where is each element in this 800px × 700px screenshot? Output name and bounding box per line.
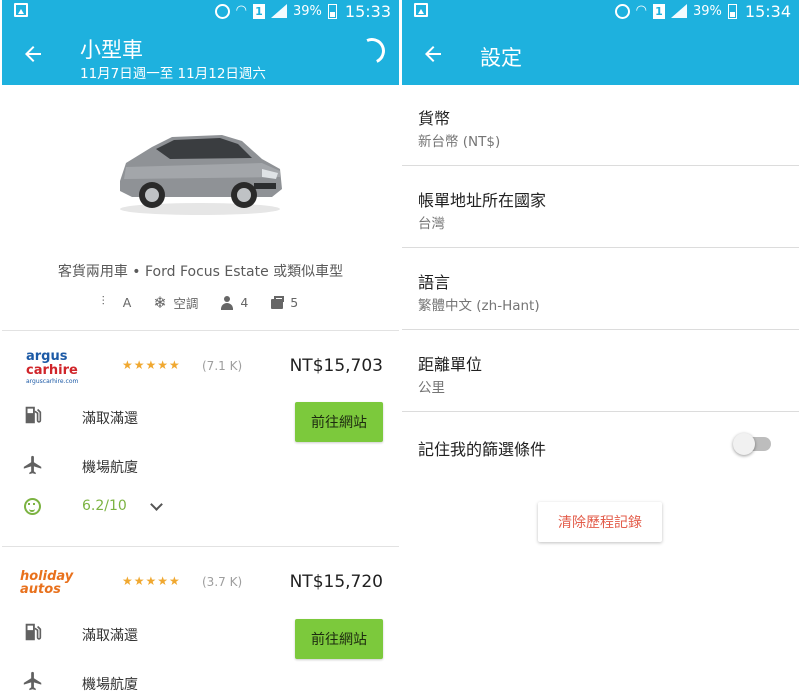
page-title: 小型車 [80, 38, 143, 62]
fuel-policy: 滿取滿還 [82, 628, 138, 644]
clock: 15:34 [744, 1, 791, 21]
transmission-value: A [122, 295, 132, 310]
setting-value: 新台幣 (NT$) [418, 134, 501, 150]
sim-icon: 1 [252, 3, 265, 19]
wifi-icon: ◠ [635, 3, 647, 18]
wifi-icon: ◠ [235, 3, 247, 18]
offer-card: holiday autos ★★★★★ (3.7 K) NT$15,720 滿取… [2, 546, 399, 700]
setting-title: 貨幣 [418, 109, 451, 128]
battery-percent: 39% [292, 3, 322, 19]
clear-history-button[interactable]: 清除歷程記錄 [538, 502, 662, 542]
page-title: 設定 [480, 46, 522, 70]
battery-icon [727, 3, 737, 19]
car-description: 客貨兩用車 • Ford Focus Estate 或類似車型 [57, 264, 344, 280]
loading-spinner-icon [355, 34, 389, 68]
person-icon [220, 295, 234, 310]
argus-logo: argus carhire arguscarhire.com [26, 349, 79, 385]
date-range: 11月7日週一至 11月12日週六 [80, 66, 266, 82]
holiday-autos-logo: holiday autos [20, 569, 74, 597]
review-count: (3.7 K) [202, 575, 243, 589]
luggage-icon [270, 295, 285, 310]
airplane-icon [23, 671, 42, 691]
offer-card: argus carhire arguscarhire.com ★★★★★ (7.… [2, 330, 399, 546]
bags-value: 5 [290, 295, 299, 310]
spec-transmission: A [102, 293, 132, 312]
car-results-screen: ◠ 1 39% 15:33 小型車 11月7日週一至 11月12日週六 客貨兩用… [2, 0, 399, 700]
back-arrow-icon[interactable] [420, 42, 446, 66]
chevron-down-icon[interactable] [150, 498, 163, 511]
price: NT$15,720 [289, 572, 383, 592]
status-icons: ◠ 1 39% 15:33 [214, 0, 391, 22]
car-summary: 客貨兩用車 • Ford Focus Estate 或類似車型 A ❄ 空調 4… [2, 85, 399, 330]
gallery-notification-icon [414, 3, 428, 17]
go-to-site-button[interactable]: 前往網站 [295, 402, 383, 442]
setting-value: 台灣 [418, 216, 445, 232]
pickup-location: 機場航廈 [82, 460, 138, 476]
seats-value: 4 [240, 295, 249, 310]
setting-value: 繁體中文 (zh-Hant) [418, 298, 540, 314]
setting-remember-filters: 記住我的篩選條件 [402, 413, 799, 494]
signal-icon [670, 4, 687, 18]
status-bar: ◠ 1 39% 15:33 [2, 0, 399, 22]
airplane-icon [23, 455, 42, 475]
setting-title: 距離單位 [418, 355, 483, 374]
battery-percent: 39% [692, 3, 722, 19]
fuel-pump-icon [25, 623, 42, 641]
status-bar: ◠ 1 39% 15:34 [402, 0, 799, 22]
alarm-icon [614, 3, 630, 19]
back-arrow-icon[interactable] [20, 42, 46, 66]
settings-screen: ◠ 1 39% 15:34 設定 貨幣 新台幣 (NT$) 帳單地址所在國家 台… [402, 0, 799, 700]
car-specs: A ❄ 空調 4 5 [2, 293, 399, 312]
setting-title: 記住我的篩選條件 [418, 440, 547, 459]
setting-distance-unit[interactable]: 距離單位 公里 [402, 331, 799, 412]
fuel-policy: 滿取滿還 [82, 411, 138, 427]
spec-seats: 4 [220, 293, 248, 312]
signal-icon [270, 4, 287, 18]
setting-currency[interactable]: 貨幣 新台幣 (NT$) [402, 85, 799, 166]
app-bar: 小型車 11月7日週一至 11月12日週六 [2, 22, 399, 85]
review-count: (7.1 K) [202, 359, 243, 373]
setting-value: 公里 [418, 380, 445, 396]
gearbox-icon [102, 294, 117, 310]
setting-billing-country[interactable]: 帳單地址所在國家 台灣 [402, 167, 799, 248]
car-image [120, 135, 282, 215]
fuel-pump-icon [25, 406, 42, 424]
snowflake-icon: ❄ [153, 292, 167, 312]
spec-ac: ❄ 空調 [153, 293, 198, 312]
pickup-location: 機場航廈 [82, 677, 138, 693]
spec-bags: 5 [270, 293, 298, 312]
setting-title: 帳單地址所在國家 [418, 191, 547, 210]
remember-filters-toggle[interactable] [733, 433, 771, 455]
toggle-knob [733, 433, 755, 455]
ac-value: 空調 [173, 296, 199, 311]
status-icons: ◠ 1 39% 15:34 [614, 0, 791, 22]
sim-icon: 1 [652, 3, 665, 19]
go-to-site-button[interactable]: 前往網站 [295, 619, 383, 659]
supplier-score: 6.2/10 [82, 498, 127, 514]
gallery-notification-icon [14, 3, 28, 17]
clock: 15:33 [344, 1, 391, 21]
alarm-icon [214, 3, 230, 19]
battery-icon [327, 3, 337, 19]
smiley-icon [24, 498, 41, 515]
rating-stars: ★★★★★ [122, 574, 181, 588]
price: NT$15,703 [289, 356, 383, 376]
app-bar: 設定 [402, 22, 799, 85]
rating-stars: ★★★★★ [122, 358, 181, 372]
setting-title: 語言 [418, 273, 451, 292]
setting-language[interactable]: 語言 繁體中文 (zh-Hant) [402, 249, 799, 330]
